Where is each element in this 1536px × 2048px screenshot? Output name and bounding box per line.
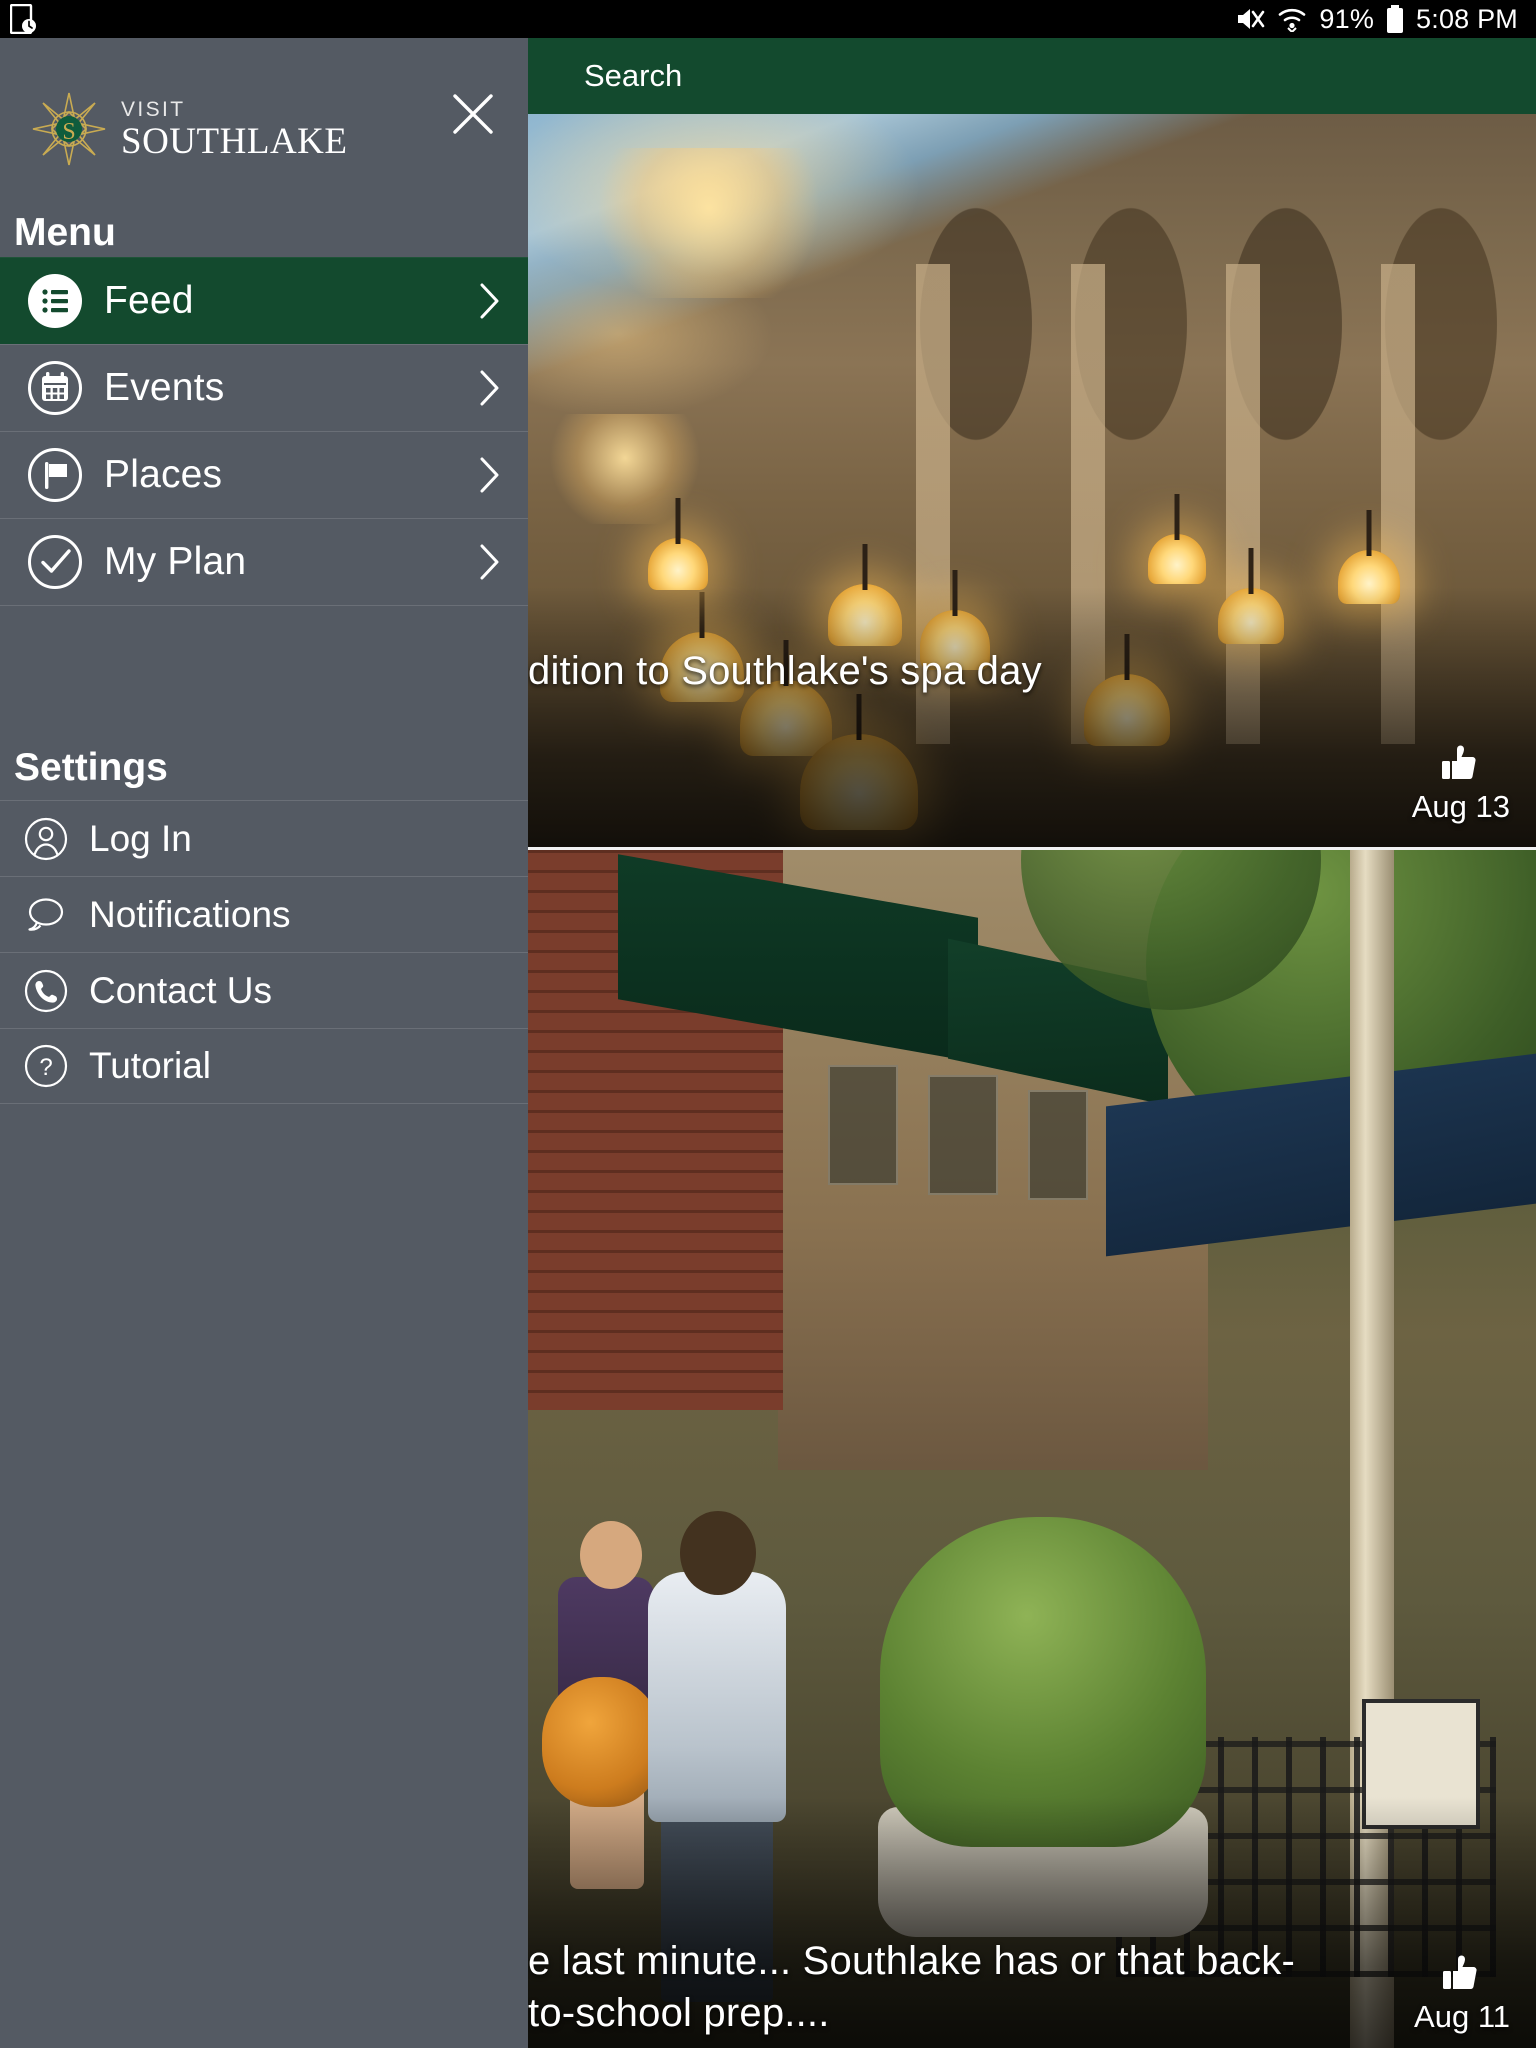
battery-percent-label: 91% [1319,3,1375,34]
card-date: Aug 11 [1414,1999,1510,2034]
clock-label: 5:08 PM [1416,3,1518,34]
tablet-clock-icon [10,4,36,34]
thumbs-up-icon[interactable] [1441,745,1481,783]
phone-icon [24,969,68,1013]
card-title: e last minute... Southlake has or that b… [528,1939,1295,2035]
chevron-right-icon [480,544,499,580]
card-title: dition to Southlake's spa day [528,649,1042,693]
battery-icon [1387,5,1404,33]
logo-visit-text: VISIT [121,97,186,121]
sidebar-item-label: Feed [104,279,194,322]
sidebar-item-places[interactable]: Places [0,431,528,518]
sidebar-item-notifications[interactable]: Notifications [0,876,528,952]
drawer-spacer [0,606,528,730]
close-drawer-button[interactable] [445,86,501,142]
menu-section-header: Menu [0,211,528,257]
status-bar-right: 91% 5:08 PM [1235,4,1536,35]
sidebar-item-label: Places [104,453,223,496]
card-date: Aug 13 [1411,789,1510,824]
status-bar-left [0,4,36,34]
question-icon: ? [24,1044,68,1088]
feed-card[interactable]: dition to Southlake's spa day Aug 13 [528,114,1536,850]
speech-bubble-icon [24,893,68,937]
svg-text:S: S [62,119,75,145]
feed-list[interactable]: dition to Southlake's spa day Aug 13 e l… [528,114,1536,2048]
settings-heading: Settings [14,746,168,789]
sidebar-item-label: Notifications [89,893,291,935]
sidebar-item-label: Tutorial [89,1045,212,1086]
wifi-icon [1279,8,1306,32]
logo-southlake-text: SOUTHLAKE [121,120,348,162]
svg-text:?: ? [39,1054,52,1081]
menu-heading: Menu [14,211,116,254]
chevron-right-icon [480,457,499,493]
list-icon [27,273,83,329]
sidebar-item-log-in[interactable]: Log In [0,800,528,876]
sidebar-item-contact-us[interactable]: Contact Us [0,952,528,1028]
settings-section-header: Settings [0,730,528,800]
sidebar-item-label: Events [104,366,225,409]
sidebar-item-label: My Plan [104,540,247,583]
status-bar: 91% 5:08 PM [0,0,1536,38]
search-input[interactable]: Search [584,58,682,94]
chevron-right-icon [480,370,499,406]
person-icon [24,817,68,861]
card-gradient-overlay [528,587,1536,847]
drawer-header: S VISIT SOUTHLAKE [0,38,528,211]
sidebar-item-tutorial[interactable]: ? Tutorial [0,1028,528,1104]
mute-icon [1238,9,1265,29]
navigation-drawer: S VISIT SOUTHLAKE Menu Feed Events Place… [0,38,528,2048]
check-circle-icon [27,534,83,590]
sidebar-item-events[interactable]: Events [0,344,528,431]
card-meta: Aug 13 [1412,745,1510,825]
sidebar-item-feed[interactable]: Feed [0,257,528,344]
feed-card[interactable]: e last minute... Southlake has or that b… [528,850,1536,2048]
sidebar-item-my-plan[interactable]: My Plan [0,518,528,605]
thumbs-up-icon[interactable] [1442,1955,1482,1993]
sidebar-item-label: Contact Us [89,969,273,1011]
close-icon[interactable] [450,91,496,137]
chevron-right-icon [480,283,499,319]
app-root: 91% 5:08 PM Search dition to Southlake's… [0,0,1536,2048]
calendar-icon [27,360,83,416]
starburst-logo-icon: S [32,92,106,166]
app-logo: S VISIT SOUTHLAKE [31,91,347,167]
flag-icon [27,447,83,503]
card-meta: Aug 11 [1414,1955,1510,2035]
sidebar-item-label: Log In [89,817,192,859]
